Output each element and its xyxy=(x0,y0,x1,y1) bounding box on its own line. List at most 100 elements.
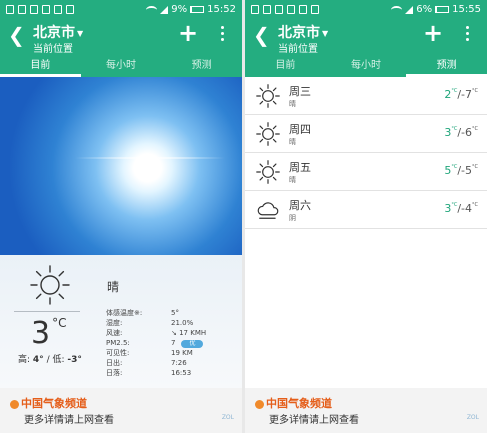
wifi-icon xyxy=(391,5,403,14)
app-bar: 6% 15:55 ❮ 北京市 ▼ 当前位置 + 目前 每小时 预测 xyxy=(245,0,487,77)
sun-icon xyxy=(256,84,280,108)
temp-unit: °C xyxy=(472,164,478,170)
battery-percent: 6% xyxy=(416,4,433,15)
more-details-link[interactable]: 更多详情请上网查看 xyxy=(24,411,114,426)
tab-label: 目前 xyxy=(275,60,296,71)
status-bar: 6% 15:55 xyxy=(245,0,487,22)
detail-label: 风速: xyxy=(106,329,123,337)
temp-value: 3 xyxy=(31,316,51,351)
notification-icons xyxy=(251,5,319,14)
condition-text: 晴 xyxy=(107,280,120,294)
status-bar: 9% 15:52 xyxy=(0,0,242,22)
tab-label: 预测 xyxy=(436,60,457,71)
tab-forecast[interactable]: 预测 xyxy=(161,58,242,77)
current-conditions: 晴 3 °C 高: 4° / 低: -3° 体感温度※: 5° 湿度: 21.0% 风… xyxy=(0,255,242,388)
forecast-temps: 5°C/-5°C xyxy=(444,164,478,177)
tab-label: 预测 xyxy=(191,60,212,71)
plus-icon[interactable]: + xyxy=(178,21,198,45)
detail-label: PM2.5: xyxy=(106,339,130,347)
city-selector[interactable]: 北京市 ▼ xyxy=(278,22,328,42)
tab-hourly[interactable]: 每小时 xyxy=(326,58,407,77)
forecast-row[interactable]: 周五 晴 5°C/-5°C xyxy=(245,153,487,191)
weather-details: 体感温度※: 5° 湿度: 21.0% 风速: ↘ 17 KMH PM2.5: 7 优 可… xyxy=(106,308,226,378)
forecast-row[interactable]: 周三 晴 2°C/-7°C xyxy=(245,77,487,115)
detail-row: PM2.5: 7 优 xyxy=(106,338,226,348)
detail-label: 体感温度※: xyxy=(106,309,143,317)
more-vert-icon[interactable] xyxy=(221,26,225,41)
detail-label: 湿度: xyxy=(106,319,123,327)
detail-value: 16:53 xyxy=(171,369,192,377)
signal-icon xyxy=(405,5,414,14)
sky-photo xyxy=(0,77,242,255)
forecast-row[interactable]: 周六 阴 3°C/-4°C xyxy=(245,191,487,229)
forecast-temps: 2°C/-7°C xyxy=(444,88,478,101)
tab-forecast[interactable]: 预测 xyxy=(406,58,487,77)
forecast-row[interactable]: 周四 晴 3°C/-6°C xyxy=(245,115,487,153)
clock: 15:55 xyxy=(452,4,481,15)
dropdown-caret-icon: ▼ xyxy=(77,28,84,38)
temp-unit: °C xyxy=(451,126,458,132)
location-label: 当前位置 xyxy=(278,44,318,55)
detail-label: 日落: xyxy=(106,369,123,377)
forecast-low: -7 xyxy=(461,88,472,101)
temp-unit: °C xyxy=(472,88,478,94)
detail-row: 日落: 16:53 xyxy=(106,368,226,378)
city-name: 北京市 xyxy=(278,25,320,41)
notification-icon xyxy=(251,5,259,14)
provider-name: 中国气象频道 xyxy=(266,397,332,410)
battery-fill xyxy=(191,7,193,12)
forecast-low: -6 xyxy=(461,126,472,139)
provider-footer[interactable]: 中国气象频道 更多详情请上网查看 ZOL xyxy=(0,388,242,433)
sun-glare xyxy=(75,157,225,159)
detail-row: 体感温度※: 5° xyxy=(106,308,226,318)
detail-row: 湿度: 21.0% xyxy=(106,318,226,328)
high-low: 高: 4° / 低: -3° xyxy=(18,352,82,365)
notification-icon xyxy=(66,5,74,14)
tab-bar: 目前 每小时 预测 xyxy=(245,58,487,77)
clock: 15:52 xyxy=(207,4,236,15)
provider-logo: 中国气象频道 xyxy=(255,395,332,411)
detail-label: 日出: xyxy=(106,359,123,367)
watermark: ZOL xyxy=(221,414,234,421)
forecast-day: 周五 xyxy=(289,161,311,174)
dropdown-caret-icon: ▼ xyxy=(322,28,329,38)
cloudy-icon xyxy=(257,202,279,219)
detail-value: 5° xyxy=(171,309,179,317)
notification-icon xyxy=(311,5,319,14)
detail-value: 7优 xyxy=(171,338,204,348)
low-value: -3° xyxy=(67,355,82,365)
provider-logo: 中国气象频道 xyxy=(10,395,87,411)
provider-name: 中国气象频道 xyxy=(21,397,87,410)
provider-logo-icon xyxy=(10,399,19,409)
sun-icon xyxy=(30,265,70,305)
more-details-link[interactable]: 更多详情请上网查看 xyxy=(269,411,359,426)
notification-icon xyxy=(275,5,283,14)
tab-current[interactable]: 目前 xyxy=(245,58,326,77)
sun-icon xyxy=(256,122,280,146)
battery-percent: 9% xyxy=(171,4,188,15)
provider-footer[interactable]: 中国气象频道 更多详情请上网查看 ZOL xyxy=(245,388,487,433)
more-vert-icon[interactable] xyxy=(466,26,470,41)
tab-hourly[interactable]: 每小时 xyxy=(81,58,162,77)
plus-icon[interactable]: + xyxy=(423,21,443,45)
forecast-screen: 6% 15:55 ❮ 北京市 ▼ 当前位置 + 目前 每小时 预测 周三 晴 2… xyxy=(245,0,487,433)
notification-icon xyxy=(287,5,295,14)
city-selector[interactable]: 北京市 ▼ xyxy=(33,22,83,42)
battery-fill xyxy=(436,7,437,12)
notification-icon xyxy=(299,5,307,14)
notification-icons xyxy=(6,5,74,14)
city-name: 北京市 xyxy=(33,25,75,41)
tab-current[interactable]: 目前 xyxy=(0,58,81,77)
notification-icon xyxy=(263,5,271,14)
back-arrow-icon[interactable]: ❮ xyxy=(253,25,270,45)
back-arrow-icon[interactable]: ❮ xyxy=(8,25,25,45)
forecast-day: 周三 xyxy=(289,85,311,98)
provider-logo-icon xyxy=(255,399,264,409)
divider xyxy=(14,311,80,312)
aqi-badge: 优 xyxy=(181,340,204,348)
detail-value: 7:26 xyxy=(171,359,187,367)
watermark: ZOL xyxy=(466,414,479,421)
forecast-condition: 晴 xyxy=(289,100,296,108)
detail-row: 风速: ↘ 17 KMH xyxy=(106,328,226,338)
tab-label: 每小时 xyxy=(351,60,381,71)
